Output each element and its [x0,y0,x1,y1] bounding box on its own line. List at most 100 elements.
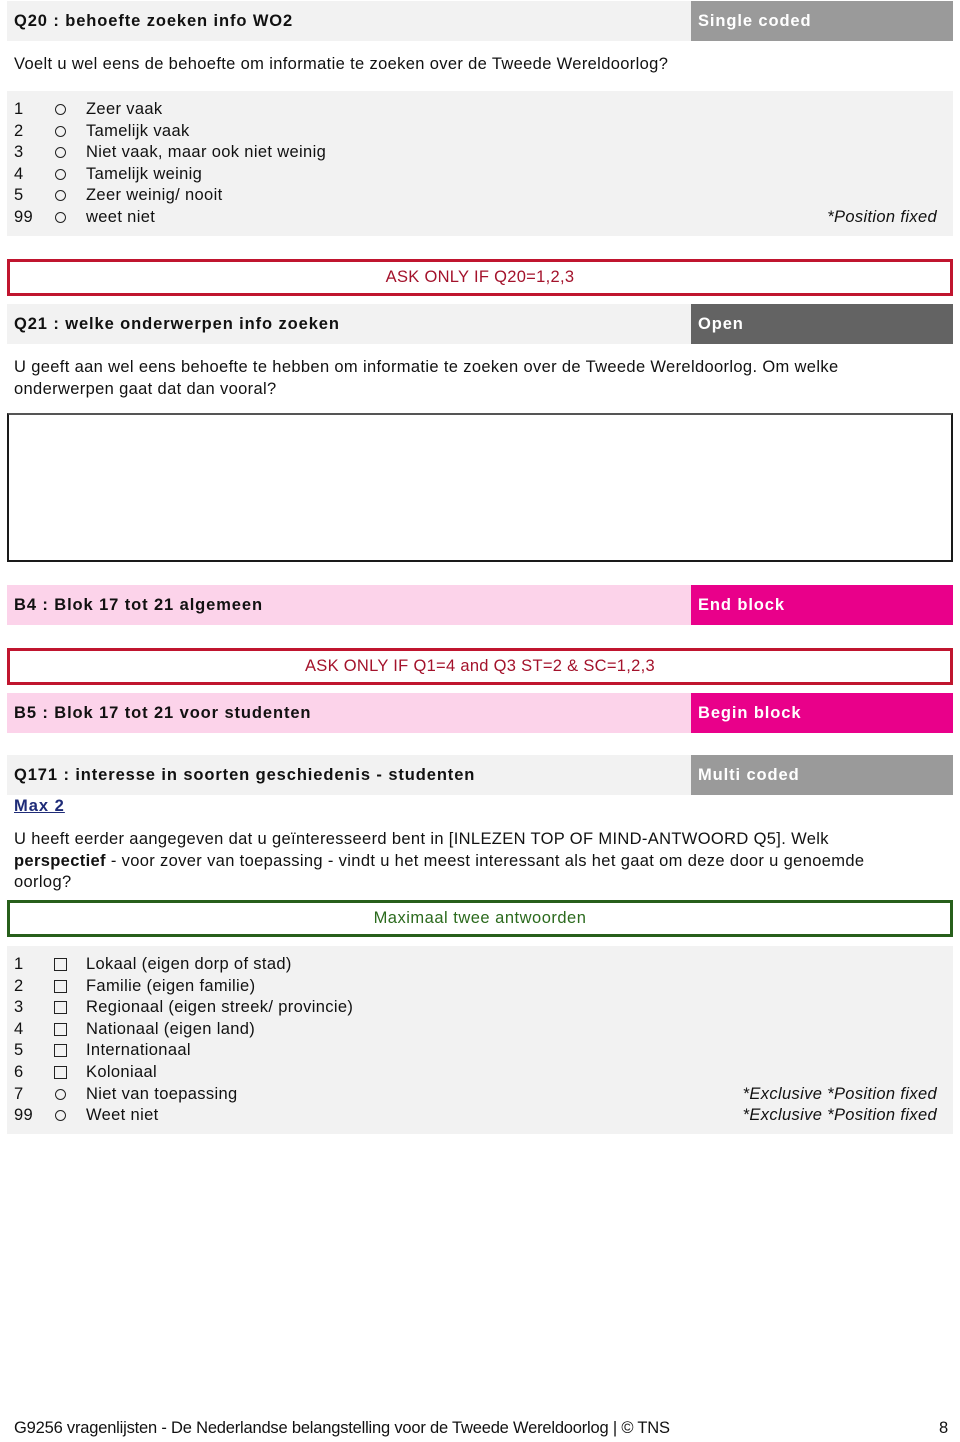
checkbox[interactable] [53,1019,69,1041]
question-title: Q171 : interesse in soorten geschiedenis… [14,765,476,784]
radio-icon [55,211,66,223]
answer-option[interactable]: 3 Regionaal (eigen streek/ provincie) [7,997,953,1019]
answer-option[interactable]: 2 Familie (eigen familie) [7,976,953,998]
question-header-q21: Q21 : welke onderwerpen info zoeken Open [7,304,953,344]
radio-button[interactable] [53,99,69,121]
block-type-badge: Begin block [691,693,953,733]
block-title: B4 : Blok 17 tot 21 algemeen [14,595,263,614]
question-title: Q21 : welke onderwerpen info zoeken [14,314,340,333]
checkbox[interactable] [53,1040,69,1062]
checkbox-icon [54,979,67,993]
answer-option[interactable]: 5 Internationaal [7,1040,953,1062]
radio-button[interactable] [53,121,69,143]
answer-label: Nationaal (eigen land) [86,1019,256,1038]
block-header-b5: B5 : Blok 17 tot 21 voor studenten Begin… [7,693,953,733]
checkbox-icon [54,958,67,971]
answer-option[interactable]: 7 Niet van toepassing *Exclusive *Position… [7,1084,953,1106]
answer-code: 4 [14,164,24,183]
answer-label: Niet van toepassing [86,1084,238,1103]
question-type-badge: Multi coded [691,755,953,795]
footer-text: G9256 vragenlijsten - De Nederlandse bel… [14,1419,670,1437]
radio-button[interactable] [53,164,69,186]
answer-note: *Exclusive *Position fixed [742,1106,937,1125]
answer-code: 1 [14,955,24,973]
instruction-box: Maximaal twee antwoorden [7,900,953,937]
answer-label: Koloniaal [86,1062,158,1081]
answer-option[interactable]: 99 Weet niet *Exclusive *Position fixed [7,1105,953,1127]
radio-icon [55,125,66,137]
answer-label: Zeer vaak [86,100,163,118]
max-answers-link[interactable]: Max 2 [14,797,65,816]
question-text: U geeft aan wel eens behoefte te hebben … [14,358,839,398]
checkbox[interactable] [53,954,69,976]
answer-option[interactable]: 3 Niet vaak, maar ook niet weinig [7,142,953,164]
block-header-b4: B4 : Blok 17 tot 21 algemeen End block [7,585,953,625]
answer-option[interactable]: 1 Lokaal (eigen dorp of stad) [7,954,953,976]
answer-code: 2 [14,121,24,140]
answer-code: 5 [14,186,24,205]
question-header-q171: Q171 : interesse in soorten geschiedenis… [7,755,953,795]
answer-list-q20: 1 Zeer vaak 2 Tamelijk vaak 3 Niet vaak, maar… [7,91,953,236]
radio-icon [55,147,66,159]
answer-label: Familie (eigen familie) [86,976,256,995]
answer-label: Internationaal [86,1041,191,1060]
radio-button[interactable] [53,1105,69,1127]
question-text-part: U heeft eerder aangegeven dat u geïntere… [14,830,829,848]
checkbox[interactable] [53,1062,69,1084]
answer-option[interactable]: 4 Tamelijk weinig [7,164,953,186]
answer-label: Zeer weinig/ nooit [86,186,223,205]
radio-button[interactable] [53,207,69,229]
condition-box: ASK ONLY IF Q20=1,2,3 [7,259,953,296]
answer-code: 2 [14,976,24,995]
open-answer-field[interactable] [7,413,953,562]
answer-option[interactable]: 99 weet niet *Position fixed [7,207,953,229]
answer-note: *Exclusive *Position fixed [742,1084,937,1103]
radio-button[interactable] [53,1084,69,1106]
answer-code: 99 [14,1106,34,1125]
radio-icon [55,168,66,180]
answer-code: 7 [14,1084,24,1103]
page-footer: G9256 vragenlijsten - De Nederlandse bel… [14,1419,948,1438]
checkbox-icon [54,1001,67,1015]
answer-option[interactable]: 1 Zeer vaak [7,99,953,121]
condition-box: ASK ONLY IF Q1=4 and Q3 ST=2 & SC=1,2,3 [7,648,953,685]
question-type-badge: Open [691,304,953,344]
answer-code: 6 [14,1062,24,1081]
answer-label: Lokaal (eigen dorp of stad) [86,955,292,973]
radio-icon [55,104,66,115]
page-number: 8 [939,1419,948,1437]
answer-code: 1 [14,100,24,118]
checkbox-icon [54,1022,67,1036]
question-text: U heeft eerder aangegeven dat u geïntere… [14,829,924,894]
radio-icon [55,1110,66,1122]
question-text: Voelt u wel eens de behoefte om informat… [14,55,669,73]
question-text-part: - voor zover van toepassing - vindt u he… [14,851,865,892]
radio-icon [55,1088,66,1100]
block-title: B5 : Blok 17 tot 21 voor studenten [14,703,312,722]
checkbox[interactable] [53,997,69,1019]
question-title: Q20 : behoefte zoeken info WO2 [14,11,294,30]
answer-code: 4 [14,1019,24,1038]
checkbox-icon [54,1065,67,1079]
answer-label: Regionaal (eigen streek/ provincie) [86,998,354,1017]
answer-code: 99 [14,207,34,226]
answer-label: Weet niet [86,1106,159,1125]
question-header-q20: Q20 : behoefte zoeken info WO2 Single co… [7,1,953,41]
radio-button[interactable] [53,142,69,164]
answer-label: Tamelijk weinig [86,164,203,183]
question-text-emphasis: perspectief [14,851,106,870]
answer-list-q171: 1 Lokaal (eigen dorp of stad) 2 Familie (ei… [7,946,953,1134]
answer-option[interactable]: 5 Zeer weinig/ nooit [7,185,953,207]
answer-option[interactable]: 2 Tamelijk vaak [7,121,953,143]
question-type-badge: Single coded [691,1,953,41]
block-type-badge: End block [691,585,953,625]
answer-code: 3 [14,998,24,1017]
radio-button[interactable] [53,185,69,207]
answer-note: *Position fixed [827,207,937,226]
answer-label: Tamelijk vaak [86,121,190,140]
answer-code: 3 [14,143,24,162]
answer-option[interactable]: 4 Nationaal (eigen land) [7,1019,953,1041]
answer-label: Niet vaak, maar ook niet weinig [86,143,327,162]
checkbox[interactable] [53,976,69,998]
answer-option[interactable]: 6 Koloniaal [7,1062,953,1084]
